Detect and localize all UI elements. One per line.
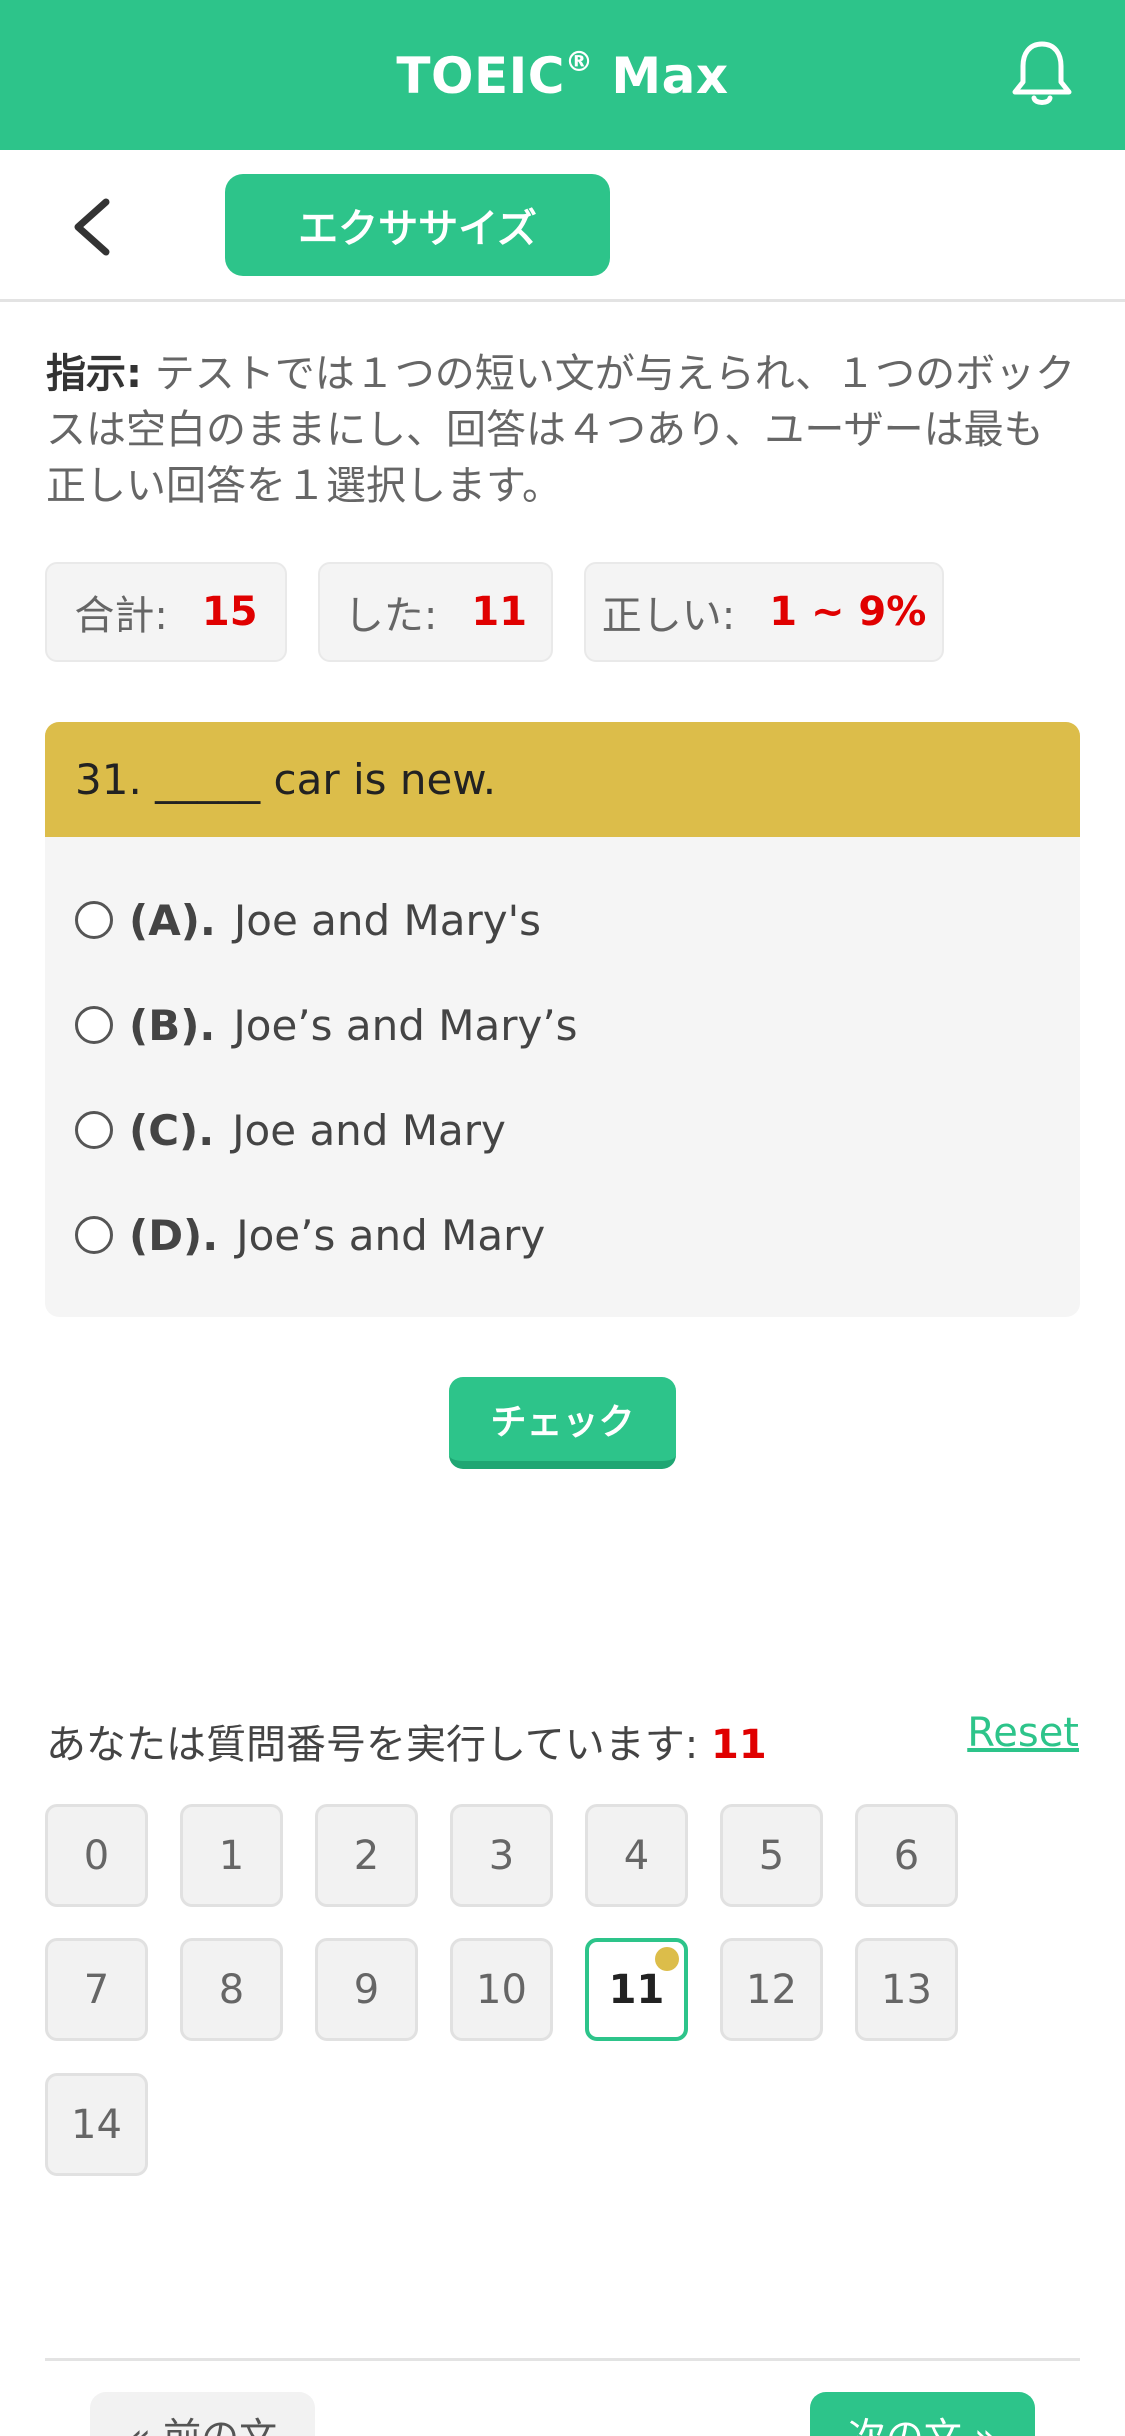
option-text: Joe and Mary <box>232 1105 506 1155</box>
radio-button[interactable] <box>75 1006 113 1044</box>
current-marker-dot <box>655 1947 679 1971</box>
question-card: 31. _____ car is new. (A). Joe and Mary'… <box>45 722 1080 1317</box>
instructions-text: テストでは１つの短い文が与えられ、１つのボックスは空白のままにし、回答は４つあり… <box>46 351 1076 509</box>
bell-icon[interactable] <box>1009 38 1075 110</box>
option-text: Joe’s and Mary <box>236 1210 546 1260</box>
check-button[interactable]: チェック <box>449 1377 676 1469</box>
toolbar: エクササイズ <box>0 150 1125 302</box>
question-number-2[interactable]: 2 <box>315 1804 418 1907</box>
radio-button[interactable] <box>75 901 113 939</box>
question-number-9[interactable]: 9 <box>315 1938 418 2041</box>
next-button[interactable]: 次の文 » <box>810 2392 1035 2436</box>
chevron-left-icon[interactable] <box>62 192 122 262</box>
stat-correct: 正しい: 1 ~ 9% <box>584 562 944 662</box>
stat-correct-value: 1 ~ 9% <box>769 589 927 635</box>
question-text: 31. _____ car is new. <box>45 722 1080 837</box>
stat-total-label: 合計: <box>74 593 168 639</box>
question-number-14[interactable]: 14 <box>45 2073 148 2176</box>
question-number-8[interactable]: 8 <box>180 1938 283 2041</box>
option-d[interactable]: (D). Joe’s and Mary <box>75 1205 545 1265</box>
divider <box>45 2358 1080 2361</box>
app-header: TOEIC® Max <box>0 0 1125 150</box>
stat-done: した: 11 <box>318 562 553 662</box>
option-b[interactable]: (B). Joe’s and Mary’s <box>75 995 578 1055</box>
question-number-1[interactable]: 1 <box>180 1804 283 1907</box>
question-number-3[interactable]: 3 <box>450 1804 553 1907</box>
option-text: Joe and Mary's <box>233 895 542 945</box>
question-number-11[interactable]: 11 <box>585 1938 688 2041</box>
question-number-12[interactable]: 12 <box>720 1938 823 2041</box>
option-a[interactable]: (A). Joe and Mary's <box>75 890 541 950</box>
stat-total: 合計: 15 <box>45 562 287 662</box>
question-number-10[interactable]: 10 <box>450 1938 553 2041</box>
question-number-7[interactable]: 7 <box>45 1938 148 2041</box>
stat-total-value: 15 <box>201 589 258 635</box>
question-number-5[interactable]: 5 <box>720 1804 823 1907</box>
radio-button[interactable] <box>75 1111 113 1149</box>
stat-correct-label: 正しい: <box>601 593 736 639</box>
question-number-6[interactable]: 6 <box>855 1804 958 1907</box>
question-number-13[interactable]: 13 <box>855 1938 958 2041</box>
option-c[interactable]: (C). Joe and Mary <box>75 1100 506 1160</box>
option-letter: (A). <box>129 895 216 945</box>
tab-exercise[interactable]: エクササイズ <box>225 174 610 276</box>
current-question-number: 11 <box>711 1722 767 1768</box>
option-letter: (C). <box>129 1105 215 1155</box>
question-number-0[interactable]: 0 <box>45 1804 148 1907</box>
prev-button[interactable]: « 前の文 <box>90 2392 315 2436</box>
stat-done-value: 11 <box>471 589 528 635</box>
progress-label: あなたは質問番号を実行しています: 11 <box>46 1722 767 1768</box>
option-letter: (B). <box>129 1000 216 1050</box>
instructions-label: 指示: <box>46 351 142 397</box>
stat-done-label: した: <box>343 593 438 639</box>
page: TOEIC® Max エクササイズ 指示: テストでは１つの短い文が与えられ、１… <box>0 0 1125 2436</box>
app-title: TOEIC® Max <box>396 45 729 105</box>
option-text: Joe’s and Mary’s <box>233 1000 578 1050</box>
reset-link[interactable]: Reset <box>967 1710 1079 1756</box>
radio-button[interactable] <box>75 1216 113 1254</box>
option-letter: (D). <box>129 1210 219 1260</box>
instructions: 指示: テストでは１つの短い文が与えられ、１つのボックスは空白のままにし、回答は… <box>46 346 1076 514</box>
question-number-4[interactable]: 4 <box>585 1804 688 1907</box>
